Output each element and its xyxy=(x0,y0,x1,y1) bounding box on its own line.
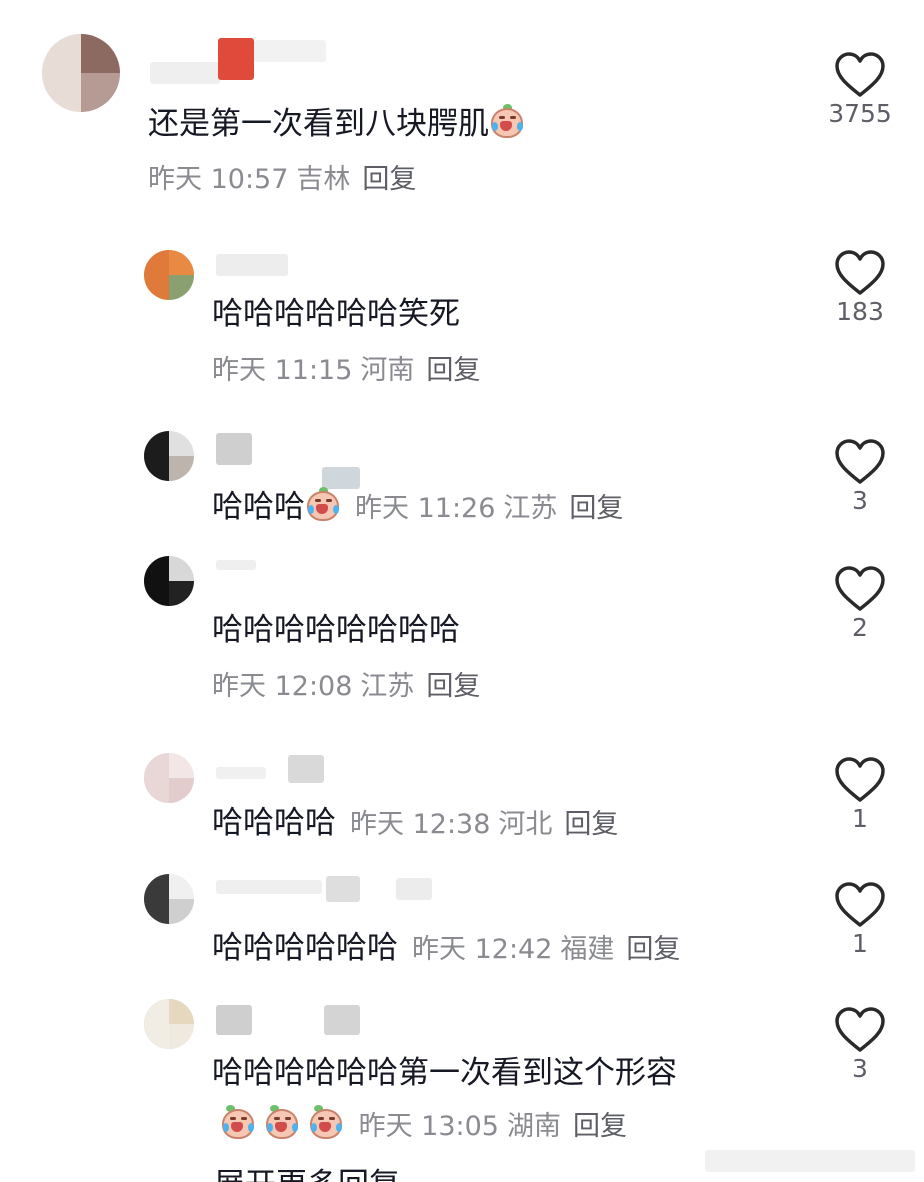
expand-more-replies[interactable]: 展开更多回复 xyxy=(214,1165,400,1182)
like-count: 183 xyxy=(836,297,884,326)
crying-laugh-emoji xyxy=(489,104,525,140)
username[interactable] xyxy=(216,433,252,465)
username[interactable] xyxy=(216,254,288,276)
comment-meta: 昨天 10:57 吉林 回复 xyxy=(148,162,416,198)
comment-text: 还是第一次看到八块腭肌 xyxy=(148,104,525,144)
like-button[interactable]: 3 xyxy=(820,1007,900,1085)
comment-location: 湖南 xyxy=(507,1111,561,1142)
like-count: 2 xyxy=(852,613,868,642)
like-button[interactable]: 1 xyxy=(820,882,900,960)
comment-item: 还是第一次看到八块腭肌 昨天 10:57 吉林 回复 3755 xyxy=(0,0,924,210)
comment-text: 哈哈哈 昨天 11:26 江苏 回复 xyxy=(212,487,624,525)
reply-button[interactable]: 回复 xyxy=(426,355,480,386)
crying-laugh-emoji xyxy=(305,487,341,523)
username[interactable] xyxy=(216,767,266,779)
username[interactable] xyxy=(216,880,322,894)
like-count: 1 xyxy=(852,929,868,958)
like-count: 3 xyxy=(852,486,868,515)
comment-meta: 昨天 12:08 江苏 回复 xyxy=(212,669,480,705)
reply-item: 哈哈哈哈 昨天 12:38 河北 回复 1 xyxy=(0,745,924,855)
comment-time: 昨天 11:26 xyxy=(355,493,496,524)
avatar[interactable] xyxy=(144,753,194,803)
avatar[interactable] xyxy=(144,999,194,1049)
heart-outline-icon xyxy=(835,566,885,611)
comment-meta: 昨天 11:26 江苏 回复 xyxy=(355,493,623,524)
comment-location: 江苏 xyxy=(503,493,558,524)
avatar[interactable] xyxy=(42,34,120,112)
like-count: 3 xyxy=(852,1054,868,1083)
comment-meta: 昨天 11:15 河南 回复 xyxy=(212,353,480,389)
username xyxy=(396,878,432,900)
comment-location: 江苏 xyxy=(360,671,415,702)
like-count: 1 xyxy=(852,804,868,833)
comment-time: 昨天 13:05 xyxy=(358,1111,499,1142)
like-button[interactable]: 2 xyxy=(820,566,900,644)
comment-text: 哈哈哈哈哈哈第一次看到这个形容 xyxy=(212,1055,677,1091)
heart-outline-icon xyxy=(835,250,885,295)
username xyxy=(324,1005,360,1035)
avatar[interactable] xyxy=(144,431,194,481)
comment-meta: 昨天 12:42 福建 回复 xyxy=(412,934,680,965)
reply-button[interactable]: 回复 xyxy=(573,1111,627,1142)
username xyxy=(326,876,360,902)
reply-button[interactable]: 回复 xyxy=(626,934,680,965)
comment-location: 福建 xyxy=(560,934,615,965)
comment-meta: 昨天 13:05 湖南 回复 xyxy=(212,1105,627,1145)
username[interactable] xyxy=(150,62,220,84)
comment-text: 哈哈哈哈 昨天 12:38 河北 回复 xyxy=(212,805,619,841)
reply-item: 哈哈哈哈哈哈笑死 昨天 11:15 河南 回复 183 xyxy=(0,240,924,400)
comment-time: 昨天 11:15 xyxy=(212,355,353,386)
avatar[interactable] xyxy=(144,874,194,924)
avatar[interactable] xyxy=(144,250,194,300)
comment-meta: 昨天 12:38 河北 回复 xyxy=(350,809,618,840)
comment-time: 昨天 12:38 xyxy=(350,809,491,840)
heart-outline-icon xyxy=(835,52,885,97)
heart-outline-icon xyxy=(835,439,885,484)
comment-text: 哈哈哈哈哈哈哈哈 xyxy=(212,612,460,648)
reply-item: 哈哈哈 昨天 11:26 江苏 回复 3 xyxy=(0,425,924,535)
username[interactable] xyxy=(216,560,256,570)
heart-outline-icon xyxy=(835,757,885,802)
comment-location: 河南 xyxy=(360,355,415,386)
like-count: 3755 xyxy=(828,99,892,128)
crying-laugh-emoji xyxy=(212,1105,254,1141)
like-button[interactable]: 1 xyxy=(820,757,900,835)
comment-location: 吉林 xyxy=(296,164,351,195)
reply-item: 哈哈哈哈哈哈哈哈 昨天 12:08 江苏 回复 2 xyxy=(0,550,924,720)
reply-button[interactable]: 回复 xyxy=(426,671,480,702)
username[interactable] xyxy=(216,1005,252,1035)
username xyxy=(288,755,324,783)
comment-time: 昨天 12:42 xyxy=(412,934,553,965)
comment-time: 昨天 12:08 xyxy=(212,671,353,702)
reply-item: 哈哈哈哈哈哈第一次看到这个形容 昨天 13:05 湖南 回复 3 xyxy=(0,995,924,1155)
crying-laugh-emoji xyxy=(300,1105,342,1141)
heart-outline-icon xyxy=(835,1007,885,1052)
comment-location: 河北 xyxy=(498,809,553,840)
avatar[interactable] xyxy=(144,556,194,606)
like-button[interactable]: 3755 xyxy=(820,52,900,130)
like-button[interactable]: 3 xyxy=(820,439,900,517)
comment-text: 哈哈哈哈哈哈笑死 xyxy=(212,296,460,332)
username xyxy=(254,40,326,62)
username-badge xyxy=(218,38,254,80)
username xyxy=(322,467,360,489)
reply-item: 哈哈哈哈哈哈 昨天 12:42 福建 回复 1 xyxy=(0,870,924,980)
reply-button[interactable]: 回复 xyxy=(362,164,416,195)
reply-button[interactable]: 回复 xyxy=(569,493,623,524)
comment-time: 昨天 10:57 xyxy=(148,164,289,195)
watermark xyxy=(705,1150,915,1172)
comment-text: 哈哈哈哈哈哈 昨天 12:42 福建 回复 xyxy=(212,930,681,966)
reply-button[interactable]: 回复 xyxy=(564,809,618,840)
crying-laugh-emoji xyxy=(256,1105,298,1141)
like-button[interactable]: 183 xyxy=(820,250,900,328)
heart-outline-icon xyxy=(835,882,885,927)
